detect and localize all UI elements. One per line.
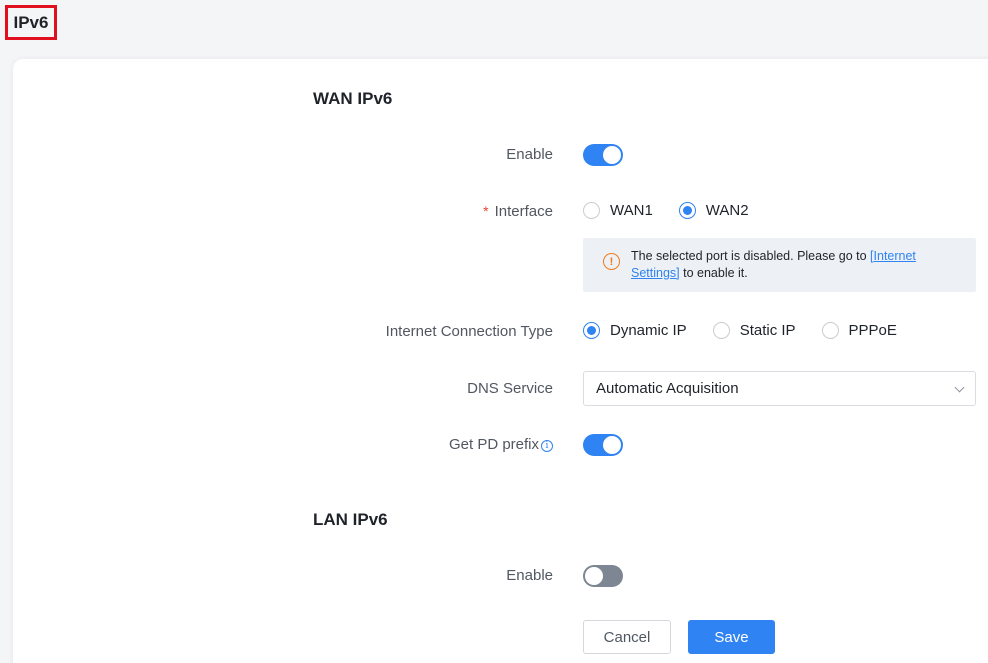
interface-radio-wan1[interactable]: WAN1: [583, 202, 653, 219]
page-title: IPv6: [5, 5, 57, 40]
pd-prefix-label: Get PD prefix i: [449, 436, 553, 453]
conn-type-radio-pppoe[interactable]: PPPoE: [821, 322, 897, 339]
lan-enable-toggle[interactable]: [583, 565, 623, 587]
pd-prefix-label-text: Get PD prefix: [448, 436, 539, 453]
interface-label: * Interface: [483, 203, 553, 220]
connection-type-radio-group: Dynamic IP Static IP PPPoE: [583, 322, 923, 339]
radio-label: PPPoE: [848, 322, 897, 339]
interface-radio-group: WAN1 WAN2: [583, 202, 775, 219]
wan-enable-toggle[interactable]: [583, 144, 623, 166]
pd-prefix-toggle[interactable]: [583, 434, 623, 456]
radio-circle-checked: [583, 322, 600, 339]
radio-circle-checked: [678, 202, 696, 219]
toggle-knob: [603, 146, 621, 164]
notice-text: The selected port is disabled. Please go…: [631, 248, 964, 282]
dns-service-select[interactable]: Automatic Acquisition: [583, 371, 976, 406]
radio-label: Static IP: [739, 322, 796, 339]
lan-enable-label: Enable: [506, 567, 553, 584]
toggle-knob: [585, 567, 603, 585]
radio-circle: [583, 202, 600, 219]
connection-type-label: Internet Connection Type: [385, 323, 553, 340]
dns-service-value: Automatic Acquisition: [596, 380, 739, 397]
notice-text-part: The selected port is disabled. Please go…: [631, 249, 871, 263]
interface-radio-wan2[interactable]: WAN2: [678, 202, 749, 219]
settings-card: [13, 59, 988, 663]
warning-icon: !: [603, 253, 620, 270]
wan-enable-label: Enable: [506, 146, 553, 163]
conn-type-radio-dynamic-ip[interactable]: Dynamic IP: [583, 322, 687, 339]
toggle-knob: [603, 436, 621, 454]
cancel-button[interactable]: Cancel: [583, 620, 671, 654]
wan-section-title: WAN IPv6: [313, 89, 393, 108]
save-button[interactable]: Save: [688, 620, 775, 654]
lan-section-title: LAN IPv6: [313, 510, 388, 529]
radio-label: Dynamic IP: [610, 322, 687, 339]
info-icon[interactable]: i: [541, 440, 553, 452]
chevron-down-icon: [954, 382, 965, 393]
port-disabled-notice: ! The selected port is disabled. Please …: [583, 238, 976, 292]
notice-text-part: to enable it.: [679, 266, 748, 280]
required-marker: *: [483, 203, 489, 219]
radio-label: WAN2: [705, 202, 749, 219]
interface-label-text: Interface: [494, 203, 553, 220]
radio-label: WAN1: [610, 202, 653, 219]
radio-circle: [821, 322, 839, 339]
dns-service-label: DNS Service: [467, 380, 553, 397]
radio-circle: [712, 322, 730, 339]
conn-type-radio-static-ip[interactable]: Static IP: [712, 322, 796, 339]
